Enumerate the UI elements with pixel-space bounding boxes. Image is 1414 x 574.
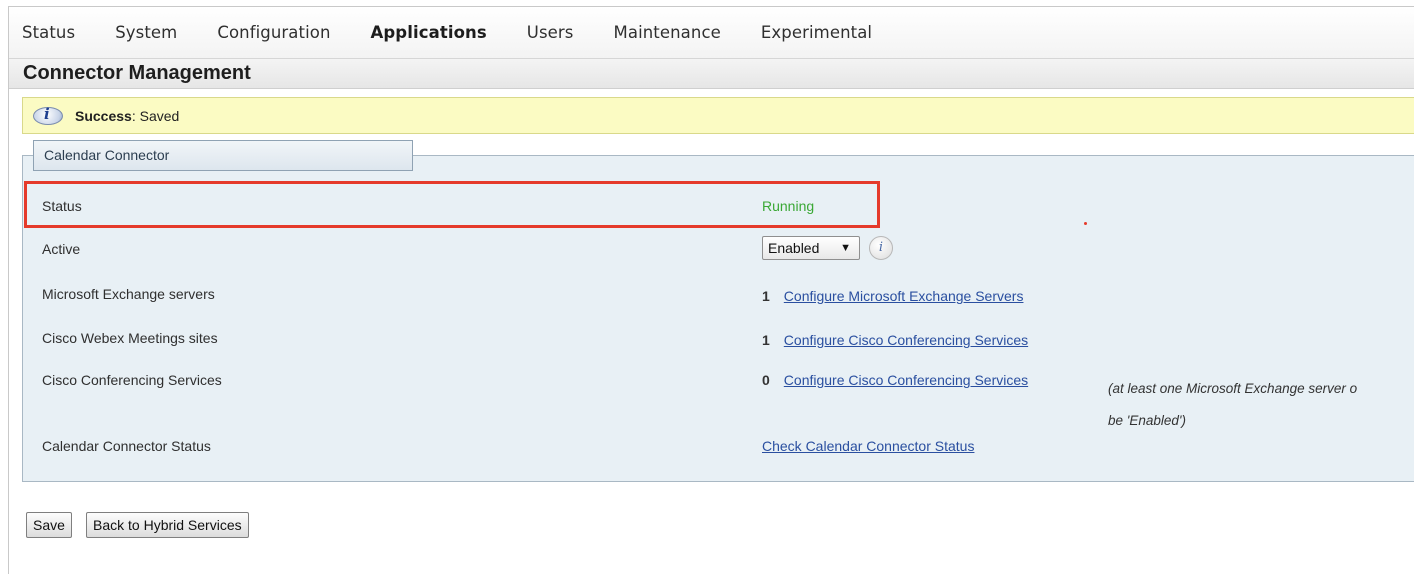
active-label: Active (42, 241, 81, 257)
save-button[interactable]: Save (26, 512, 72, 538)
nav-experimental[interactable]: Experimental (761, 23, 872, 42)
page-title: Connector Management (9, 59, 1414, 89)
conferencing-label: Cisco Conferencing Services (42, 372, 222, 388)
info-icon: i (33, 105, 67, 127)
exchange-value: 1 Configure Microsoft Exchange Servers (762, 288, 1023, 304)
success-banner: i Success: Saved (22, 97, 1414, 134)
exchange-label: Microsoft Exchange servers (42, 286, 215, 302)
conferencing-note-line2: be 'Enabled') (1108, 413, 1186, 428)
nav-system[interactable]: System (115, 23, 177, 42)
status-value: Running (762, 198, 815, 214)
nav-maintenance[interactable]: Maintenance (614, 23, 721, 42)
webex-value: 1 Configure Cisco Conferencing Services (762, 332, 1028, 348)
nav-configuration[interactable]: Configuration (217, 23, 330, 42)
conferencing-note-line1: (at least one Microsoft Exchange server … (1108, 381, 1358, 396)
exchange-count: 1 (762, 288, 770, 304)
chevron-down-icon: ▼ (840, 242, 851, 254)
configure-exchange-link[interactable]: Configure Microsoft Exchange Servers (784, 288, 1024, 304)
conferencing-note: (at least one Microsoft Exchange server … (1108, 373, 1357, 437)
configure-webex-link[interactable]: Configure Cisco Conferencing Services (784, 332, 1028, 348)
main-nav: Status System Configuration Applications… (9, 7, 1414, 59)
active-select-value: Enabled (768, 240, 820, 256)
nav-users[interactable]: Users (527, 23, 574, 42)
webex-count: 1 (762, 332, 770, 348)
webex-label: Cisco Webex Meetings sites (42, 330, 218, 346)
configure-conferencing-link[interactable]: Configure Cisco Conferencing Services (784, 372, 1028, 388)
nav-status[interactable]: Status (22, 23, 75, 42)
conferencing-count: 0 (762, 372, 770, 388)
check-connector-status-link[interactable]: Check Calendar Connector Status (762, 438, 974, 454)
status-label: Status (42, 198, 82, 214)
nav-applications[interactable]: Applications (371, 23, 487, 42)
panel-title: Calendar Connector (33, 140, 413, 171)
conferencing-value: 0 Configure Cisco Conferencing Services (762, 372, 1028, 388)
connector-status-label: Calendar Connector Status (42, 438, 211, 454)
success-label: Success (75, 107, 132, 124)
success-message: : Saved (131, 107, 180, 124)
back-to-hybrid-services-button[interactable]: Back to Hybrid Services (86, 512, 249, 538)
red-dot-marker (1084, 222, 1087, 225)
info-button-icon[interactable]: i (869, 236, 893, 260)
active-select[interactable]: Enabled ▼ (762, 236, 860, 260)
